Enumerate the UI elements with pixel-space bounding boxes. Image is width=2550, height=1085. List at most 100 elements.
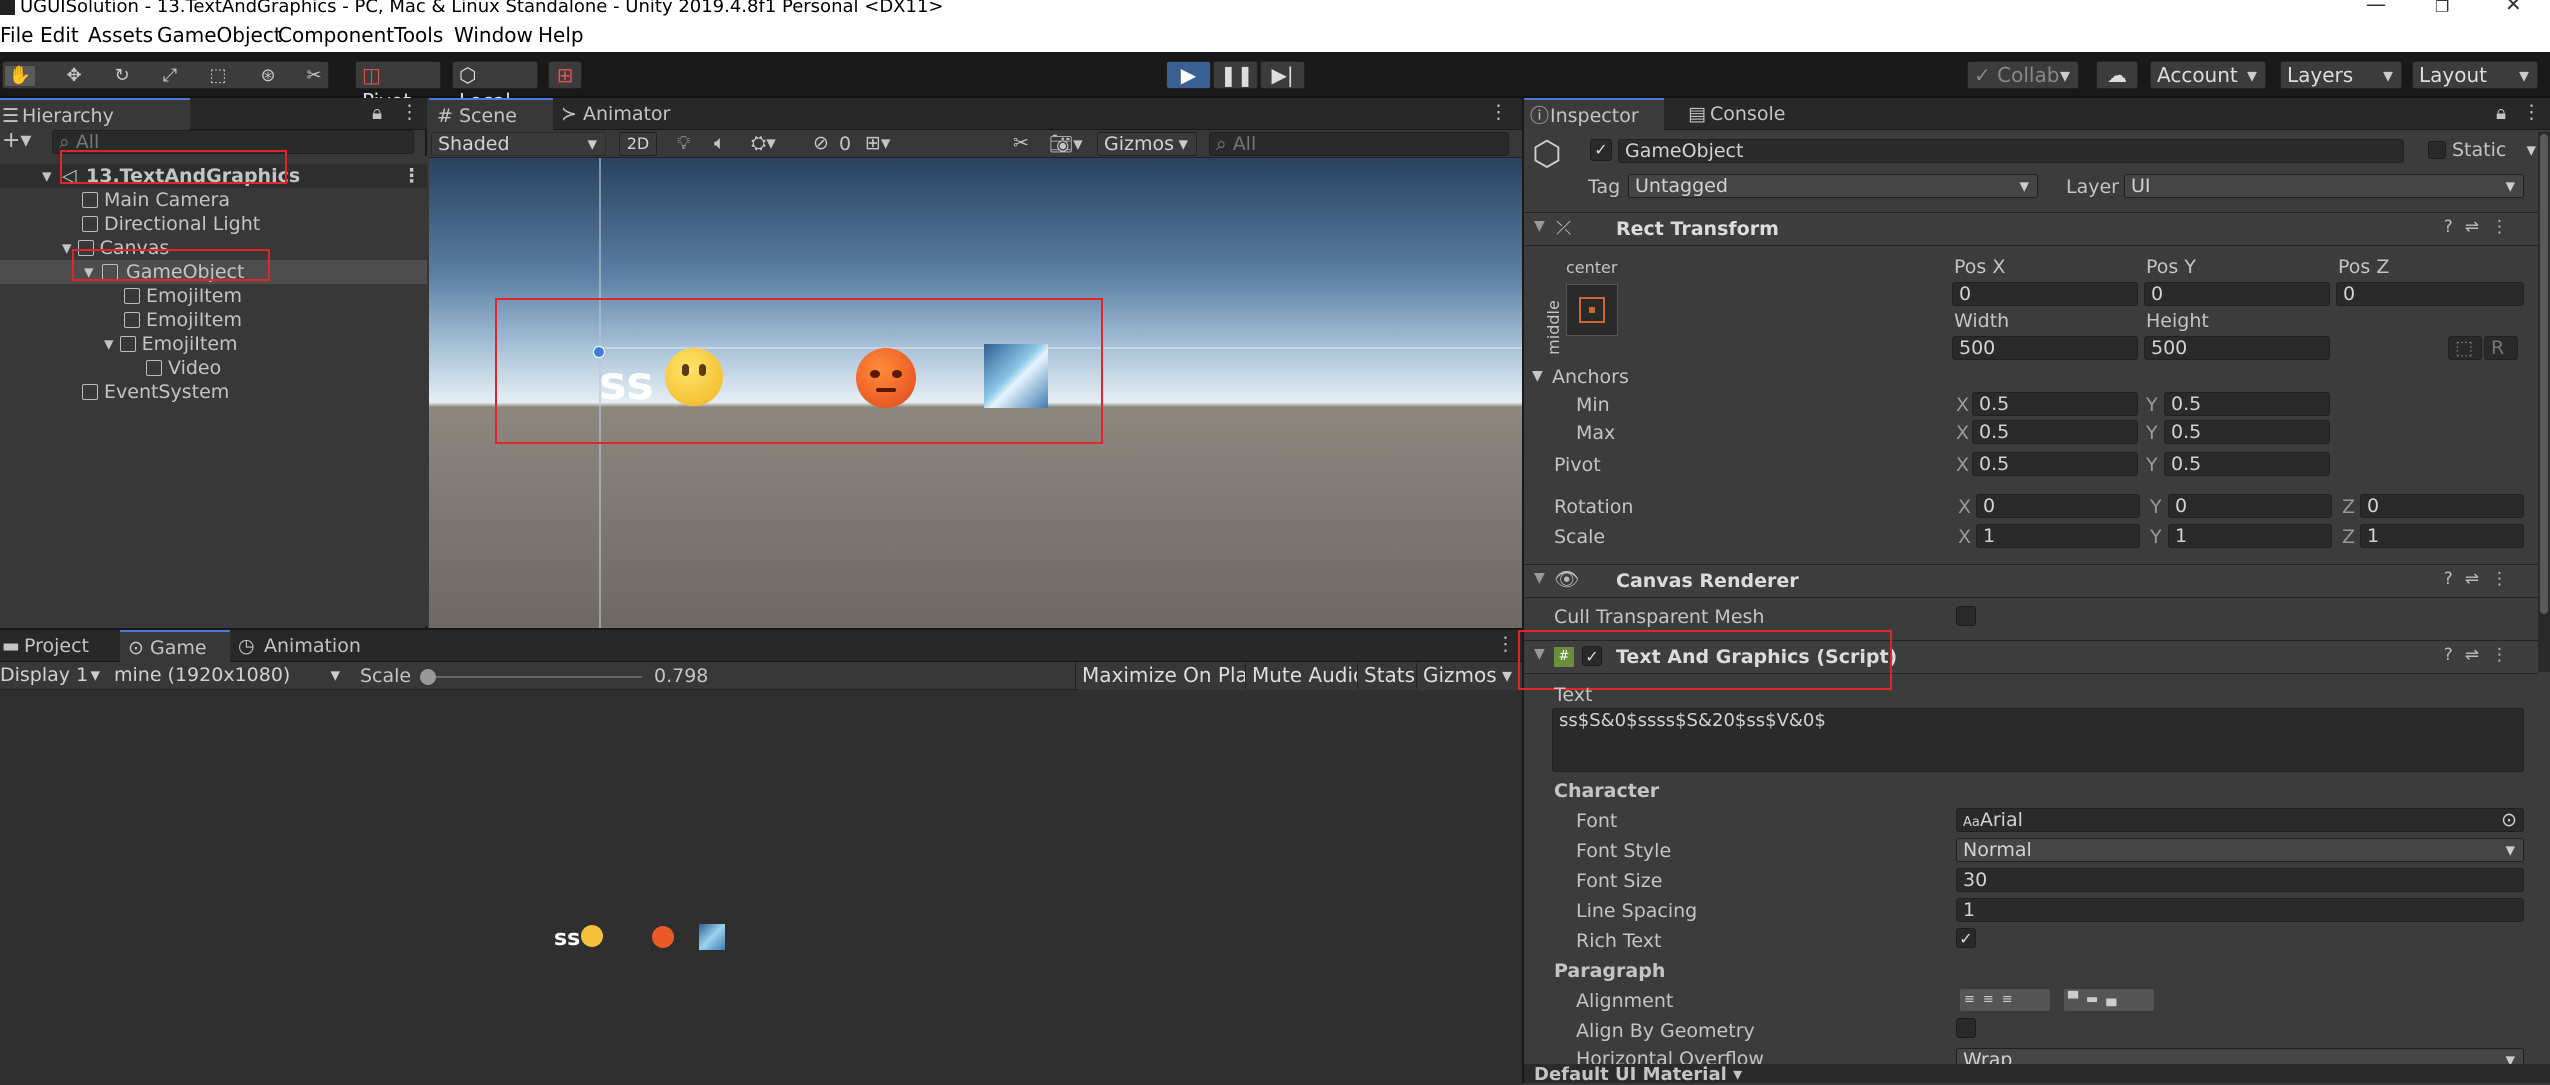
toggle-2d-button[interactable]: 2D: [619, 132, 657, 156]
game-gizmos-dropdown[interactable]: Gizmos: [1416, 662, 1520, 690]
panel-menu-icon[interactable]: ⋮: [400, 101, 419, 123]
mute-audio-button[interactable]: Mute Audio: [1245, 662, 1372, 690]
tree-item-main-camera[interactable]: Main Camera: [82, 188, 230, 212]
pivot-x-field[interactable]: 0.5: [1972, 452, 2138, 476]
scale-slider-track[interactable]: [422, 676, 642, 678]
posx-field[interactable]: 0: [1952, 282, 2138, 306]
tree-item-eventsystem[interactable]: EventSystem: [82, 380, 229, 404]
tab-console[interactable]: ▤ Console: [1680, 98, 1804, 130]
add-icon[interactable]: +▾: [2, 128, 31, 153]
menu-tools[interactable]: Tools: [394, 23, 443, 47]
tab-hierarchy[interactable]: ☰ Hierarchy: [0, 98, 190, 130]
expand-arrow-icon[interactable]: ▼: [1532, 368, 1543, 384]
scale-tool-icon[interactable]: ⤢: [155, 66, 185, 86]
restore-icon[interactable]: ❐: [2435, 0, 2449, 15]
horizontal-alignment-buttons[interactable]: ≡≡≡: [1960, 989, 2050, 1011]
tree-item-video[interactable]: Video: [146, 356, 221, 380]
static-checkbox[interactable]: [2428, 141, 2446, 159]
scene-menu-icon[interactable]: ⋮: [402, 164, 421, 188]
layer-dropdown[interactable]: UI: [2124, 174, 2524, 198]
camera-icon[interactable]: 📷︎▾: [1049, 132, 1083, 155]
tree-item-emojiitem-3[interactable]: ▾ EmojiItem: [104, 332, 238, 356]
grid-icon[interactable]: ⊞▾: [865, 132, 890, 154]
tree-item-directional-light[interactable]: Directional Light: [82, 212, 260, 236]
rotate-tool-icon[interactable]: ↻: [107, 66, 137, 86]
menu-component[interactable]: Component: [278, 23, 394, 47]
tab-project[interactable]: ▬ Project: [0, 630, 120, 662]
font-size-field[interactable]: 30: [1956, 868, 2524, 892]
line-spacing-field[interactable]: 1: [1956, 898, 2524, 922]
material-preview-bar[interactable]: Default UI Material ▾: [1524, 1064, 2550, 1083]
posz-field[interactable]: 0: [2336, 282, 2524, 306]
min-x-field[interactable]: 0.5: [1972, 392, 2138, 416]
scale-z-field[interactable]: 1: [2360, 524, 2524, 548]
active-checkbox[interactable]: ✓: [1590, 139, 1612, 161]
font-style-dropdown[interactable]: Normal: [1956, 838, 2524, 862]
rot-z-field[interactable]: 0: [2360, 494, 2524, 518]
audio-icon[interactable]: 🔈︎: [714, 132, 725, 154]
inspector-scrollbar[interactable]: [2538, 132, 2550, 672]
tab-animator[interactable]: ≻ Animator: [553, 98, 677, 130]
gizmos-dropdown[interactable]: Gizmos: [1097, 132, 1197, 156]
static-dropdown[interactable]: Static: [2452, 139, 2544, 161]
posy-field[interactable]: 0: [2144, 282, 2330, 306]
step-button[interactable]: ▶|: [1260, 61, 1305, 89]
cull-mesh-checkbox[interactable]: [1956, 606, 1976, 626]
object-picker-icon[interactable]: ⊙: [2501, 809, 2517, 831]
tab-animation[interactable]: ◷ Animation: [230, 630, 390, 662]
account-dropdown[interactable]: Account: [2150, 61, 2266, 89]
panel-menu-icon[interactable]: ⋮: [1489, 101, 1508, 123]
rich-text-checkbox[interactable]: ✓: [1956, 928, 1976, 948]
menu-gameobject[interactable]: GameObject: [157, 23, 282, 47]
component-icons[interactable]: ?⇌⋮: [2444, 217, 2520, 237]
object-name-input[interactable]: GameObject: [1618, 139, 2404, 163]
scene-search-input[interactable]: ⌕ All: [1209, 132, 1509, 156]
raw-edit-button[interactable]: R: [2484, 336, 2518, 360]
vertical-alignment-buttons[interactable]: ▀▬▄: [2064, 989, 2154, 1011]
local-button[interactable]: ⬡ Local: [452, 61, 538, 113]
tree-item-emojiitem-1[interactable]: EmojiItem: [124, 284, 242, 308]
menu-assets[interactable]: Assets: [88, 23, 153, 47]
hidden-layers-icon[interactable]: ⊘: [813, 132, 829, 154]
text-area[interactable]: ss$S&0$ssss$S&20$ss$V&0$: [1552, 708, 2524, 772]
minimize-icon[interactable]: —: [2366, 0, 2386, 14]
tree-item-emojiitem-2[interactable]: EmojiItem: [124, 308, 242, 332]
game-viewport[interactable]: ss: [0, 690, 1522, 1085]
width-field[interactable]: 500: [1952, 336, 2138, 360]
lock-icon[interactable]: 🔒︎: [2496, 102, 2506, 124]
tab-game[interactable]: ⊙ Game: [120, 630, 230, 662]
blueprint-button[interactable]: ⬚: [2448, 336, 2482, 360]
pivot-y-field[interactable]: 0.5: [2164, 452, 2330, 476]
stats-button[interactable]: Stats: [1357, 662, 1422, 690]
scale-x-field[interactable]: 1: [1976, 524, 2140, 548]
display-dropdown[interactable]: Display 1: [0, 664, 108, 688]
effects-icon[interactable]: ⛭▾: [751, 132, 776, 154]
align-geometry-checkbox[interactable]: [1956, 1018, 1976, 1038]
canvas-renderer-header[interactable]: ▼ 👁︎ Canvas Renderer ?⇌⋮: [1524, 564, 2538, 598]
custom-tool-icon[interactable]: ✂: [299, 66, 329, 86]
close-icon[interactable]: ✕: [2505, 0, 2522, 14]
panel-menu-icon[interactable]: ⋮: [2522, 101, 2541, 123]
scale-y-field[interactable]: 1: [2168, 524, 2332, 548]
transform-tool-icon[interactable]: ⊛: [253, 66, 283, 86]
menu-window[interactable]: Window: [454, 23, 533, 47]
font-field[interactable]: AaArial ⊙: [1956, 808, 2524, 832]
layout-dropdown[interactable]: Layout: [2412, 61, 2538, 89]
max-x-field[interactable]: 0.5: [1972, 420, 2138, 444]
min-y-field[interactable]: 0.5: [2164, 392, 2330, 416]
max-y-field[interactable]: 0.5: [2164, 420, 2330, 444]
resolution-dropdown[interactable]: mine (1920x1080): [108, 664, 348, 688]
tab-scene[interactable]: # Scene: [429, 98, 553, 130]
pivot-button[interactable]: ◫ Pivot: [355, 61, 441, 113]
pause-button[interactable]: ❚❚: [1213, 61, 1258, 89]
height-field[interactable]: 500: [2144, 336, 2330, 360]
play-button[interactable]: ▶: [1166, 61, 1211, 89]
shading-dropdown[interactable]: Shaded: [431, 132, 606, 156]
menu-edit[interactable]: Edit: [40, 23, 79, 47]
menu-help[interactable]: Help: [538, 23, 584, 47]
tools-icon[interactable]: ✂: [1013, 132, 1029, 154]
maximize-on-play-button[interactable]: Maximize On Play: [1075, 662, 1266, 690]
component-icons[interactable]: ?⇌⋮: [2444, 569, 2520, 589]
move-tool-icon[interactable]: ✥: [59, 66, 89, 86]
rect-tool-icon[interactable]: ⬚: [203, 66, 233, 86]
